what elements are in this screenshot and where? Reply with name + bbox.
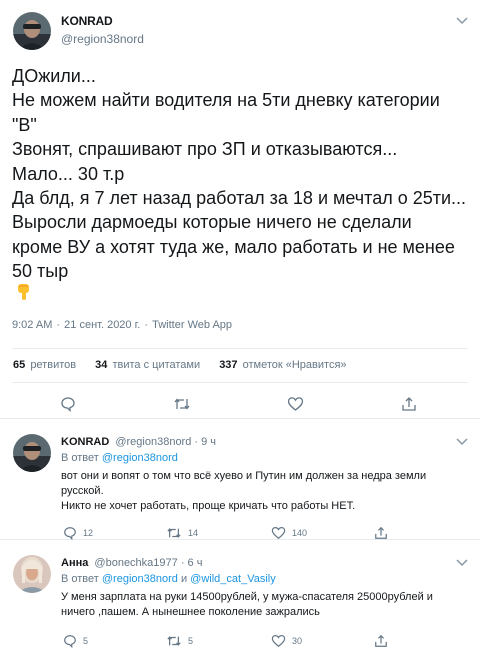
author-name[interactable]: Анна	[61, 557, 88, 569]
main-tweet: KONRAD @region38nord ДОжили... Не можем …	[0, 0, 480, 419]
tweet-source[interactable]: Twitter Web App	[152, 319, 232, 331]
reply-text: вот они и вопят о том что всё хуево и Пу…	[61, 469, 471, 515]
divider	[12, 348, 468, 349]
reply-button[interactable]	[60, 396, 76, 412]
author-handle[interactable]: @region38nord	[115, 436, 191, 448]
tweet-meta: 9:02 AM · 21 сент. 2020 г. · Twitter Web…	[12, 319, 232, 331]
tweet-text-line: Выросли дармоеды которые ничего не сдела…	[12, 212, 412, 233]
retweets-count: 65	[13, 359, 26, 371]
tweet-text-line: Да блд, я 7 лет назад работал за 18 и ме…	[12, 188, 467, 209]
share-button[interactable]	[401, 396, 417, 412]
time-ago[interactable]: · 9 ч	[194, 436, 216, 448]
reply-icon	[64, 635, 76, 648]
replying-to-link[interactable]: @wild_cat_Vasily	[190, 573, 276, 585]
replying-prefix: В ответ	[61, 452, 99, 464]
tweet-text-line: кроме ВУ а хотят туда же, мало работать …	[12, 236, 455, 257]
reply-header: Анна @bonechka1977 · 6 ч	[61, 557, 202, 569]
avatar[interactable]	[13, 12, 51, 50]
like-button[interactable]: 140	[271, 526, 307, 540]
pointing-down-hand-icon	[14, 282, 34, 302]
author-handle[interactable]: @bonechka1977	[94, 557, 177, 569]
reply-icon	[64, 527, 76, 540]
replying-prefix: В ответ	[61, 573, 99, 585]
retweet-button[interactable]	[173, 396, 191, 412]
tweet-text-line: "В"	[12, 114, 37, 135]
like-button[interactable]: 30	[271, 634, 302, 648]
tweet-text-line: Не можем найти водителя на 5ти дневку ка…	[12, 90, 440, 111]
avatar[interactable]	[13, 555, 51, 593]
quotes-label: твита с цитатами	[112, 359, 201, 371]
time-ago[interactable]: · 6 ч	[181, 557, 203, 569]
share-icon	[375, 526, 387, 539]
like-button[interactable]	[287, 396, 304, 412]
tweet-time[interactable]: 9:02 AM	[12, 319, 52, 331]
reply-text-line: Никто не хочет работать, проще кричать ч…	[61, 500, 356, 513]
retweet-button[interactable]: 14	[166, 526, 198, 540]
chevron-down-icon[interactable]	[455, 557, 469, 569]
reply-tweet[interactable]: Анна @bonechka1977 · 6 ч В ответ @region…	[0, 541, 480, 655]
divider	[12, 382, 468, 383]
tweet-text: ДОжили... Не можем найти водителя на 5ти…	[12, 64, 474, 284]
tweet-text-line: Мало... 30 т.р	[12, 163, 125, 184]
reply-text-line: русской.	[61, 485, 104, 498]
separator: ·	[56, 319, 61, 331]
share-icon	[375, 634, 387, 647]
likes-count: 337	[219, 359, 238, 371]
chevron-down-icon[interactable]	[455, 436, 469, 448]
retweets-stat[interactable]: 65 ретвитов	[13, 359, 76, 371]
heart-icon	[271, 527, 286, 540]
replying-and: и	[180, 573, 188, 585]
retweets-label: ретвитов	[30, 359, 77, 371]
share-button[interactable]	[374, 526, 388, 540]
reply-count: 5	[83, 636, 89, 646]
reply-text-line: У меня зарплата на руки 14500рублей, у м…	[61, 591, 433, 603]
share-icon	[402, 397, 416, 411]
tweet-text-line: ДОжили...	[12, 66, 96, 86]
reply-button[interactable]: 5	[63, 634, 88, 648]
separator: ·	[144, 319, 149, 331]
quotes-count: 34	[95, 359, 108, 371]
like-count: 30	[292, 636, 303, 646]
share-button[interactable]	[374, 634, 388, 648]
author-name[interactable]: KONRAD	[61, 436, 109, 448]
retweet-icon	[167, 528, 181, 538]
replying-to-link[interactable]: @region38nord	[102, 573, 178, 585]
reply-count: 12	[83, 528, 94, 538]
like-count: 140	[292, 528, 308, 538]
tweet-date[interactable]: 21 сент. 2020 г.	[64, 319, 140, 331]
reply-header: KONRAD @region38nord · 9 ч	[61, 436, 216, 448]
author-name[interactable]: KONRAD	[61, 14, 113, 28]
retweet-count: 5	[188, 636, 194, 646]
likes-stat[interactable]: 337 отметок «Нравится»	[219, 359, 346, 371]
replying-to: В ответ @region38nord	[61, 452, 178, 464]
chevron-down-icon[interactable]	[455, 15, 469, 27]
retweet-icon	[174, 398, 190, 410]
tweet-text-line: Звонят, спрашивают про ЗП и отказываются…	[12, 139, 398, 160]
heart-icon	[287, 397, 304, 411]
likes-label: отметок «Нравится»	[242, 359, 347, 371]
retweet-button[interactable]: 5	[166, 634, 193, 648]
retweet-icon	[167, 636, 181, 646]
heart-icon	[271, 635, 286, 648]
tweet-stats: 65 ретвитов 34 твита с цитатами 337 отме…	[13, 359, 363, 371]
replying-to-link[interactable]: @region38nord	[102, 452, 178, 464]
retweet-count: 14	[188, 528, 199, 538]
replying-to: В ответ @region38nord и @wild_cat_Vasily	[61, 573, 276, 585]
reply-text-line: вот они и вопят о том что всё хуево и Пу…	[61, 470, 427, 482]
reply-text-line: ничего ,пашем. А нынешнее поколение зажр…	[61, 606, 320, 619]
reply-tweet[interactable]: KONRAD @region38nord · 9 ч В ответ @regi…	[0, 420, 480, 540]
reply-text: У меня зарплата на руки 14500рублей, у м…	[61, 590, 471, 620]
avatar[interactable]	[13, 434, 51, 472]
reply-icon	[61, 397, 75, 412]
quotes-stat[interactable]: 34 твита с цитатами	[95, 359, 200, 371]
reply-button[interactable]: 12	[63, 526, 93, 540]
author-handle[interactable]: @region38nord	[61, 32, 144, 46]
tweet-text-line: 50 тыр	[12, 261, 69, 282]
